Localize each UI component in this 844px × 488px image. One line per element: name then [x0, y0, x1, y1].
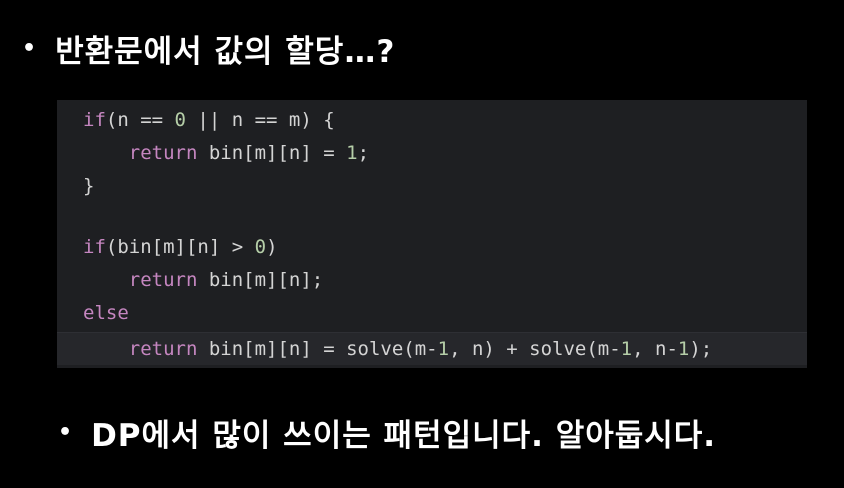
code-number: 0 [174, 109, 186, 131]
code-text: (n == [105, 109, 175, 131]
code-line: } [57, 170, 807, 203]
code-number: 1 [677, 338, 690, 360]
code-keyword: return [128, 142, 198, 164]
slide-note: • DP에서 많이 쓰이는 패턴입니다. 알아둡시다. [58, 410, 716, 455]
code-text: bin[m][n] = solve(m- [197, 338, 438, 360]
code-number: 1 [346, 142, 358, 164]
code-keyword: return [128, 269, 198, 291]
code-keyword: if [83, 236, 106, 258]
slide-heading: • 반환문에서 값의 할당…? [22, 26, 395, 71]
code-text: bin[m][n]; [197, 269, 324, 291]
code-text: ) [266, 236, 278, 258]
code-number: 0 [254, 236, 267, 258]
code-line: else [57, 297, 807, 330]
code-block: if(n == 0 || n == m) { return bin[m][n] … [57, 100, 807, 368]
code-text: bin[m][n] = [197, 142, 347, 164]
code-line: if(bin[m][n] > 0) [57, 231, 807, 264]
code-number: 1 [620, 338, 633, 360]
code-line: return bin[m][n]; [57, 264, 807, 297]
code-text: } [83, 175, 95, 197]
code-text: , n- [632, 338, 678, 360]
code-text: , n) + solve(m- [449, 338, 621, 360]
code-text: ; [357, 142, 370, 164]
code-line: return bin[m][n] = 1; [57, 137, 807, 170]
code-text: ); [689, 338, 713, 360]
heading-text: 반환문에서 값의 할당…? [55, 34, 396, 70]
code-keyword: if [83, 109, 106, 131]
bullet-icon: • [22, 36, 38, 61]
code-text: (bin[m][n] > [105, 236, 255, 258]
note-text: DP에서 많이 쓰이는 패턴입니다. 알아둡시다. [91, 418, 717, 454]
code-line: return bin[m][n] = solve(m-1, n) + solve… [57, 332, 807, 365]
code-text: || n == m) { [185, 109, 335, 131]
code-line: if(n == 0 || n == m) { [57, 104, 807, 137]
code-keyword: else [83, 302, 129, 324]
bullet-icon: • [58, 420, 74, 445]
code-keyword: return [128, 338, 198, 360]
code-number: 1 [437, 338, 450, 360]
